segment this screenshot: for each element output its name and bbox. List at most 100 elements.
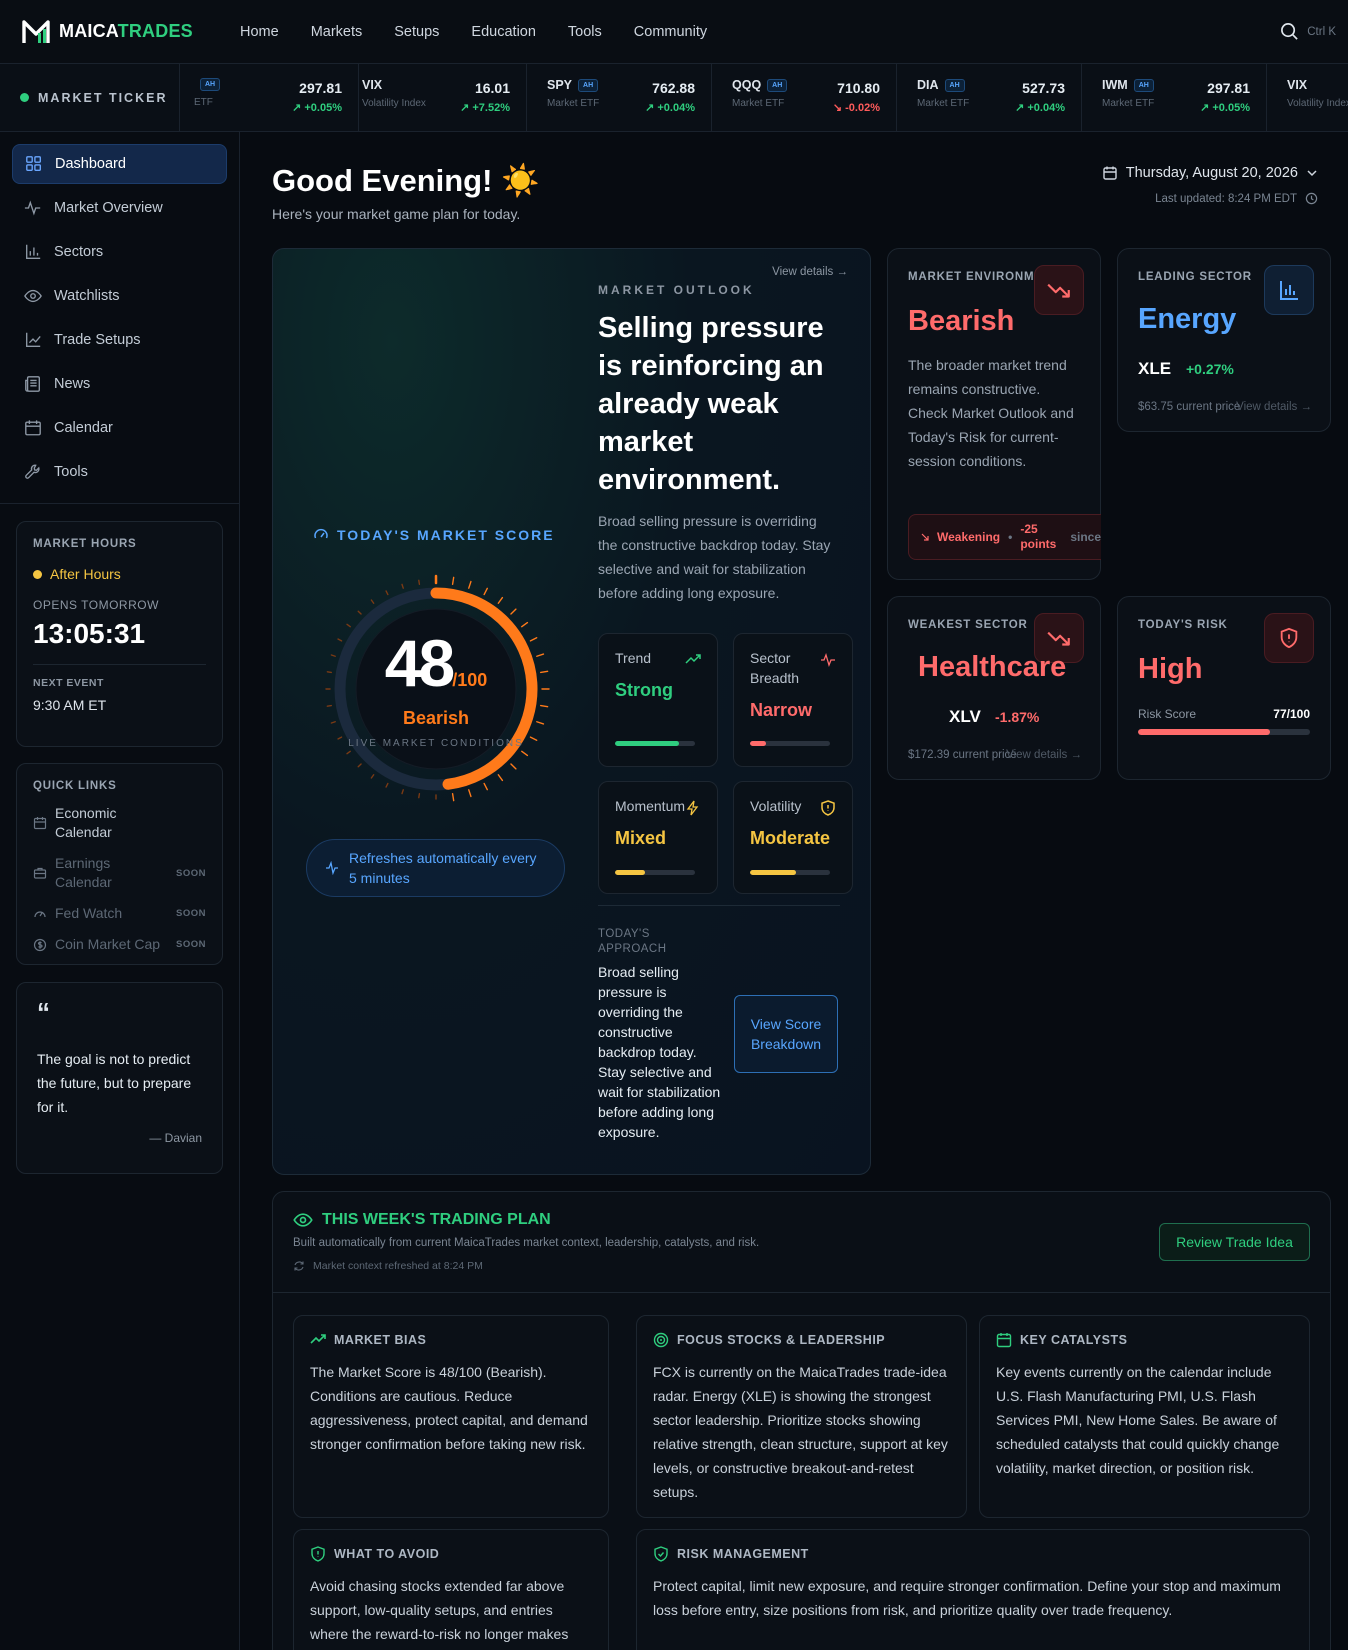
score-readout: 48/100	[316, 625, 556, 701]
greeting: Good Evening! ☀️	[272, 163, 540, 198]
weakest-view-details-link[interactable]: View details →	[1006, 749, 1082, 761]
metric-label: Volatility	[750, 798, 802, 814]
nav-setups[interactable]: Setups	[394, 24, 439, 40]
ticker-item[interactable]: VIX Volatility Index	[1267, 64, 1348, 131]
plan-card-title: MARKET BIAS	[310, 1332, 592, 1348]
calendar-icon	[1103, 166, 1117, 180]
sidebar-item-news[interactable]: News	[12, 364, 227, 404]
nav-education[interactable]: Education	[471, 24, 536, 40]
search-shortcut: Ctrl K	[1307, 25, 1336, 38]
gauge-tick	[539, 704, 549, 708]
plan-card-text: FCX is currently on the MaicaTrades trad…	[653, 1364, 948, 1500]
risk-score: 77/100	[1273, 707, 1310, 721]
metric-bar-fill	[615, 741, 679, 746]
ticker-item[interactable]: QQQ AH Market ETF 710.80 ↘ -0.02%	[712, 64, 897, 131]
review-trade-idea-button[interactable]: Review Trade Idea	[1159, 1223, 1310, 1261]
arrow-down-icon	[921, 533, 929, 541]
ticker-item[interactable]: SPY AH Market ETF 762.88 ↗ +0.04%	[527, 64, 712, 131]
calendar-icon	[33, 817, 47, 830]
gauge-tick	[451, 576, 455, 586]
nav-tools[interactable]: Tools	[568, 24, 602, 40]
ticker-price: 16.01	[474, 80, 510, 96]
plan-card-text: Key events currently on the calendar inc…	[996, 1364, 1280, 1476]
quick-link-label: Economic Calendar	[55, 805, 117, 840]
metric-sector-breadth[interactable]: Sector Breadth Narrow	[733, 633, 853, 767]
wrench-icon	[25, 464, 40, 479]
quote-mark: “	[37, 997, 50, 1027]
next-event-label: NEXT EVENT	[33, 677, 104, 689]
market-hours-card: MARKET HOURS After Hours OPENS TOMORROW …	[16, 521, 223, 747]
gauge-tick	[483, 782, 489, 791]
line-chart-icon	[26, 332, 41, 347]
sidebar-item-market-overview[interactable]: Market Overview	[12, 188, 227, 228]
refresh-notice: Refreshes automatically every 5 minutes	[306, 839, 565, 897]
sidebar-item-sectors[interactable]: Sectors	[12, 232, 227, 272]
leading-value: Energy	[1138, 303, 1237, 335]
sidebar-item-label: Tools	[54, 464, 88, 480]
gauge-tick	[357, 610, 362, 615]
metric-bar	[615, 741, 695, 746]
ticker-price: 527.73	[1022, 80, 1065, 96]
metric-bar	[750, 870, 830, 875]
env-value: Bearish	[908, 305, 1015, 337]
score-label: Bearish	[402, 708, 470, 728]
ticker-item[interactable]: DIA AH Market ETF 527.73 ↗ +0.04%	[897, 64, 1082, 131]
metric-trend[interactable]: Trend Strong	[598, 633, 718, 767]
gauge-tick	[357, 763, 362, 768]
sidebar-item-trade-setups[interactable]: Trade Setups	[12, 320, 227, 360]
plan-subtitle: Built automatically from current MaicaTr…	[293, 1237, 760, 1249]
live-dot	[20, 93, 29, 102]
nav-home[interactable]: Home	[240, 24, 279, 40]
last-updated-text: Last updated: 8:24 PM EDT	[1155, 192, 1297, 205]
gauge-tick	[418, 792, 421, 799]
market-status: After Hours	[33, 566, 206, 582]
market-ticker: MARKET TICKER AH ETF 297.81 ↗ +0.05% VIX Vola…	[0, 64, 1348, 132]
quick-link-economic-calendar[interactable]: Economic Calendar	[33, 804, 206, 842]
last-updated: Last updated: 8:24 PM EDT	[1155, 192, 1318, 205]
metric-value: Narrow	[750, 700, 813, 720]
risk-bar-fill	[1138, 729, 1271, 735]
nav-community[interactable]: Community	[634, 24, 707, 40]
sidebar-item-calendar[interactable]: Calendar	[12, 408, 227, 448]
eye-icon	[24, 289, 42, 303]
gauge-tick	[385, 782, 389, 788]
outlook-view-details-link[interactable]: View details →	[772, 266, 848, 278]
metric-momentum[interactable]: Momentum Mixed	[598, 781, 718, 894]
leading-view-details-link[interactable]: View details →	[1236, 401, 1312, 413]
ticker-item[interactable]: VIX Volatility Index 16.01 ↗ +7.52%	[342, 64, 527, 131]
ticker-item[interactable]: AH ETF 297.81 ↗ +0.05%	[180, 64, 359, 131]
market-status-text: After Hours	[50, 566, 121, 582]
sidebar-item-dashboard[interactable]: Dashboard	[12, 144, 227, 184]
shield-icon	[821, 800, 835, 816]
sidebar-item-tools[interactable]: Tools	[12, 452, 227, 492]
view-score-breakdown-button[interactable]: View Score Breakdown	[734, 995, 838, 1073]
quick-link-earnings-calendar: Earnings Calendar SOON	[33, 854, 206, 892]
metric-label: Momentum	[615, 798, 686, 814]
date-selector[interactable]: Thursday, August 20, 2026	[1102, 165, 1318, 181]
plan-card-what-to-avoid: WHAT TO AVOID Avoid chasing stocks extend…	[293, 1529, 609, 1650]
approach-text: Broad selling pressure is overriding the…	[598, 964, 721, 1140]
plan-card-market-bias: MARKET BIAS The Market Score is 48/100 (B…	[293, 1315, 609, 1518]
risk-bar	[1138, 729, 1310, 735]
market-environment-card: MARKET ENVIRONMENT Bearish The broader m…	[887, 248, 1101, 580]
shield-alert-icon	[311, 1546, 325, 1562]
logo-icon	[22, 19, 50, 43]
market-hours-title: MARKET HOURS	[33, 538, 137, 550]
outlook-headline: Selling pressure is reinforcing an alrea…	[598, 312, 824, 496]
ticker-description: Volatility Index	[1287, 98, 1348, 109]
chevron-down-icon	[1307, 170, 1317, 177]
ticker-price: 297.81	[299, 80, 342, 96]
metric-volatility[interactable]: Volatility Moderate	[733, 781, 853, 894]
leading-icon-box	[1264, 265, 1314, 315]
search-button[interactable]: Ctrl K	[1280, 22, 1336, 41]
next-event-value: 9:30 AM ET	[33, 697, 107, 713]
nav-markets[interactable]: Markets	[311, 24, 363, 40]
weakest-value: Healthcare	[918, 651, 1067, 683]
leading-change: +0.27%	[1186, 361, 1234, 377]
sidebar-item-label: News	[54, 376, 91, 392]
logo[interactable]: MAICATRADES	[22, 19, 232, 45]
after-hours-badge: AH	[767, 78, 788, 92]
sidebar-item-watchlists[interactable]: Watchlists	[12, 276, 227, 316]
ticker-symbol: VIX	[1287, 78, 1308, 92]
ticker-item[interactable]: IWM AH Market ETF 297.81 ↗ +0.05%	[1082, 64, 1267, 131]
